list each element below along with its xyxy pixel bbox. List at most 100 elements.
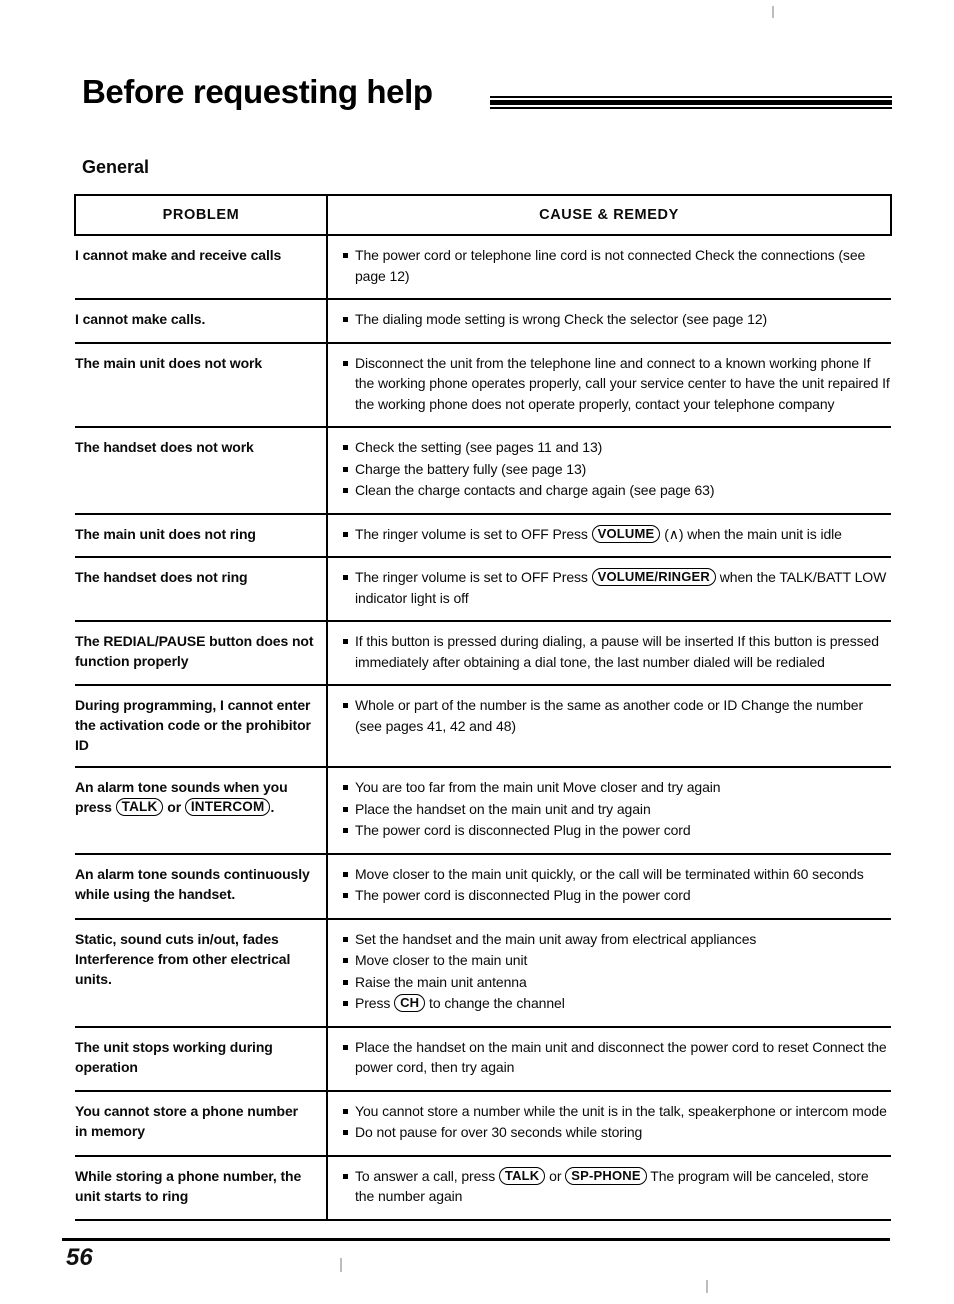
- remedy-item: You are too far from the main unit Move …: [343, 777, 891, 798]
- key-label-volume-ringer: VOLUME/RINGER: [591, 568, 716, 586]
- section-heading: General: [82, 157, 150, 177]
- cause-remedy-cell: Set the handset and the main unit away f…: [327, 917, 891, 1027]
- page-number: 56: [66, 1244, 93, 1271]
- remedy-list: Set the handset and the main unit away f…: [343, 929, 891, 1014]
- remedy-list: Whole or part of the number is the same …: [343, 695, 891, 736]
- table-row: The handset does not ring The ringer volu…: [75, 556, 891, 621]
- table-body: I cannot make and receive calls The power…: [75, 234, 891, 1221]
- remedy-list: The power cord or telephone line cord is…: [343, 245, 891, 286]
- footer-rule: [62, 1238, 890, 1241]
- key-label-ch: CH: [394, 994, 426, 1012]
- problem-text: Static, sound cuts in/out, fades Interfe…: [75, 930, 291, 987]
- problem-cell: The unit stops working during operation: [75, 1025, 328, 1091]
- problem-cell: While storing a phone number, the unit s…: [75, 1154, 328, 1221]
- key-label-intercom: INTERCOM: [184, 798, 271, 816]
- remedy-list: Place the handset on the main unit and d…: [343, 1037, 891, 1078]
- problem-cell: Static, sound cuts in/out, fades Interfe…: [75, 917, 328, 1027]
- problem-cell: The handset does not work: [75, 426, 328, 514]
- problem-cell: The handset does not ring: [75, 556, 328, 621]
- remedy-item: Do not pause for over 30 seconds while s…: [343, 1122, 891, 1143]
- cause-remedy-cell: If this button is pressed during dialing…: [327, 620, 891, 685]
- remedy-item: The ringer volume is set to OFF Press VO…: [343, 524, 891, 545]
- column-header-problem: PROBLEM: [74, 194, 328, 236]
- problem-text: During programming, I cannot enter the a…: [75, 697, 311, 753]
- remedy-item: The ringer volume is set to OFF Press VO…: [343, 567, 891, 608]
- key-label-talk: TALK: [115, 798, 164, 816]
- table-row: The main unit does not ring The ringer vo…: [75, 512, 891, 557]
- problem-text: The main unit does not work: [75, 354, 263, 371]
- table-row: Static, sound cuts in/out, fades Interfe…: [75, 917, 891, 1027]
- remedy-list: To answer a call, press TALK or SP-PHONE…: [343, 1166, 891, 1207]
- table-row: You cannot store a phone number in memor…: [75, 1089, 891, 1156]
- remedy-list: You cannot store a number while the unit…: [343, 1101, 891, 1143]
- cause-remedy-cell: Disconnect the unit from the telephone l…: [327, 341, 891, 427]
- cause-remedy-cell: The ringer volume is set to OFF Press VO…: [327, 556, 891, 621]
- key-label-sp-phone: SP-PHONE: [565, 1166, 647, 1185]
- problem-text: The main unit does not ring: [75, 525, 256, 542]
- cause-remedy-cell: Place the handset on the main unit and d…: [327, 1025, 891, 1091]
- page-title: Before requesting help: [82, 73, 433, 110]
- troubleshooting-table: PROBLEM CAUSE & REMEDY I cannot make and…: [74, 194, 892, 1221]
- remedy-list: You are too far from the main unit Move …: [343, 777, 891, 841]
- cause-remedy-cell: Check the setting (see pages 11 and 13) C…: [327, 426, 891, 514]
- problem-text: You cannot store a phone number in memor…: [75, 1102, 298, 1139]
- remedy-list: The dialing mode setting is wrong Check …: [343, 309, 891, 330]
- remedy-item: Raise the main unit antenna: [343, 972, 891, 993]
- remedy-list: Disconnect the unit from the telephone l…: [343, 353, 891, 415]
- remedy-item: The power cord is disconnected Plug in t…: [343, 885, 891, 906]
- remedy-item: Check the setting (see pages 11 and 13): [343, 437, 891, 458]
- problem-text: An alarm tone sounds continuously while …: [75, 865, 310, 902]
- remedy-item: To answer a call, press TALK or SP-PHONE…: [343, 1166, 891, 1207]
- cause-remedy-cell: Whole or part of the number is the same …: [327, 684, 891, 767]
- remedy-item: The power cord or telephone line cord is…: [343, 245, 891, 286]
- table-row: The unit stops working during operation P…: [75, 1025, 891, 1091]
- remedy-item: The power cord is disconnected Plug in t…: [343, 820, 891, 841]
- problem-text: I cannot make calls.: [75, 311, 206, 327]
- problem-cell: During programming, I cannot enter the a…: [75, 684, 328, 767]
- problem-cell: The REDIAL/PAUSE button does not functio…: [75, 620, 328, 685]
- table-row: An alarm tone sounds continuously while …: [75, 852, 891, 919]
- remedy-item: Whole or part of the number is the same …: [343, 695, 891, 736]
- table-row: While storing a phone number, the unit s…: [75, 1154, 891, 1221]
- problem-text: The handset does not work: [75, 439, 254, 455]
- problem-cell: I cannot make calls.: [75, 298, 328, 343]
- problem-cell: You cannot store a phone number in memor…: [75, 1089, 328, 1156]
- table-row: I cannot make calls. The dialing mode set…: [75, 298, 891, 343]
- scan-artifact-mark: [706, 1280, 708, 1293]
- remedy-item: Clean the charge contacts and charge aga…: [343, 480, 891, 501]
- title-double-rule: [490, 96, 892, 110]
- remedy-list: If this button is pressed during dialing…: [343, 631, 891, 672]
- problem-text: The REDIAL/PAUSE button does not functio…: [75, 633, 314, 669]
- key-label-talk: TALK: [498, 1166, 546, 1185]
- remedy-item: Charge the battery fully (see page 13): [343, 459, 891, 480]
- table-row: An alarm tone sounds when you press TALK…: [75, 766, 891, 854]
- problem-text: While storing a phone number, the unit s…: [75, 1167, 302, 1204]
- cause-remedy-cell: To answer a call, press TALK or SP-PHONE…: [327, 1154, 891, 1221]
- remedy-list: The ringer volume is set to OFF Press VO…: [343, 524, 891, 545]
- problem-cell: An alarm tone sounds continuously while …: [75, 852, 328, 919]
- remedy-item: Disconnect the unit from the telephone l…: [343, 353, 891, 415]
- remedy-item: Move closer to the main unit quickly, or…: [343, 864, 891, 885]
- cause-remedy-cell: You are too far from the main unit Move …: [327, 766, 891, 854]
- table-row: I cannot make and receive calls The power…: [75, 234, 891, 299]
- key-label-volume: VOLUME: [591, 524, 661, 543]
- remedy-item: Move closer to the main unit: [343, 950, 891, 971]
- remedy-item: Place the handset on the main unit and d…: [343, 1037, 891, 1078]
- problem-text: The unit stops working during operation: [75, 1038, 273, 1075]
- problem-cell: The main unit does not ring: [75, 512, 328, 557]
- page-title-block: Before requesting help: [82, 72, 892, 130]
- remedy-list: The ringer volume is set to OFF Press VO…: [343, 567, 891, 608]
- remedy-list: Move closer to the main unit quickly, or…: [343, 864, 891, 906]
- cause-remedy-cell: You cannot store a number while the unit…: [327, 1089, 891, 1156]
- scan-artifact-mark: [340, 1258, 342, 1272]
- remedy-item: If this button is pressed during dialing…: [343, 631, 891, 672]
- remedy-item: Press CH to change the channel: [343, 993, 891, 1014]
- problem-cell: The main unit does not work: [75, 341, 328, 427]
- cause-remedy-cell: The dialing mode setting is wrong Check …: [327, 298, 891, 343]
- table-header-row: PROBLEM CAUSE & REMEDY: [74, 194, 892, 236]
- table-header: PROBLEM CAUSE & REMEDY: [74, 194, 892, 236]
- problem-text: The handset does not ring: [75, 569, 248, 585]
- problem-cell: An alarm tone sounds when you press TALK…: [75, 766, 328, 854]
- table-row: During programming, I cannot enter the a…: [75, 684, 891, 767]
- remedy-item: You cannot store a number while the unit…: [343, 1101, 891, 1122]
